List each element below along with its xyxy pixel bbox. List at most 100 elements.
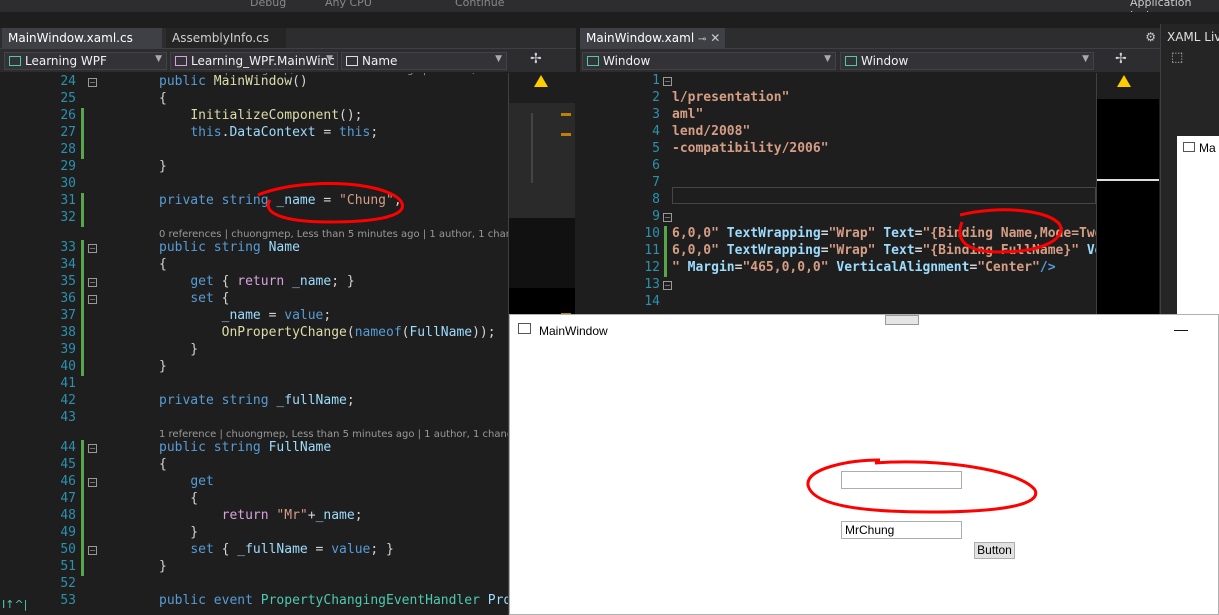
- code-line[interactable]: private string _name = "Chung";: [159, 193, 402, 208]
- code-token: MainWindow: [213, 74, 293, 89]
- select-element-icon[interactable]: ⬚: [1171, 50, 1183, 65]
- code-token: string: [221, 393, 269, 408]
- right-minimap[interactable]: [1096, 73, 1160, 315]
- line-number: 3: [652, 107, 660, 122]
- codelens-info[interactable]: 1 reference | chuongmep, Less than 5 min…: [159, 429, 508, 440]
- fold-toggle-icon[interactable]: −: [88, 444, 97, 453]
- xaml-line[interactable]: aml": [672, 107, 703, 122]
- code-line[interactable]: _name = value;: [159, 308, 332, 323]
- type-dropdown[interactable]: Learning_WPF.MainWinc ▼: [170, 52, 338, 70]
- code-line[interactable]: get { return _name; }: [159, 274, 354, 289]
- code-token: string: [213, 240, 261, 255]
- code-line[interactable]: {: [159, 257, 167, 272]
- code-line[interactable]: public string Name: [159, 240, 300, 255]
- code-token: "Chung": [339, 193, 394, 208]
- codelens-info[interactable]: 0 references | chuongmep, Less than 5 mi…: [159, 73, 508, 76]
- tree-item-mainwindow[interactable]: Ma: [1199, 141, 1216, 155]
- xaml-line[interactable]: 6,0,0" TextWrapping="Wrap" Text="{Bindin…: [672, 226, 1096, 241]
- pin-icon[interactable]: ⊸: [698, 34, 706, 45]
- code-line[interactable]: {: [159, 491, 198, 506]
- name-textbox[interactable]: [841, 471, 962, 489]
- codelens-info[interactable]: 0 references | chuongmep, Less than 5 mi…: [159, 229, 508, 240]
- xaml-line[interactable]: 6,0,0" TextWrapping="Wrap" Text="{Bindin…: [672, 243, 1096, 258]
- line-number: 46: [60, 474, 76, 489]
- code-token: lend/2008": [672, 124, 751, 139]
- action-button[interactable]: Button: [974, 542, 1015, 559]
- continue-button[interactable]: Continue: [455, 0, 504, 9]
- code-line[interactable]: InitializeComponent();: [159, 108, 362, 123]
- fold-toggle-icon[interactable]: −: [88, 295, 97, 304]
- fold-toggle-icon[interactable]: −: [88, 78, 97, 87]
- tab-mainwindow-xaml-cs[interactable]: MainWindow.xaml.cs: [2, 28, 162, 48]
- code-line[interactable]: this.DataContext = this;: [159, 125, 378, 140]
- code-line[interactable]: public MainWindow(): [159, 74, 308, 89]
- code-token: FullName: [268, 440, 332, 455]
- fold-toggle-icon[interactable]: −: [88, 278, 97, 287]
- code-token: value: [284, 308, 324, 323]
- status-indicator[interactable]: I↑^|: [2, 598, 27, 611]
- line-number: 50: [60, 542, 76, 557]
- code-line[interactable]: OnPropertyChange(nameof(FullName));: [159, 325, 496, 340]
- member-dropdown[interactable]: Name ▼: [341, 52, 507, 70]
- code-line[interactable]: private string _fullName;: [159, 393, 355, 408]
- code-token: get: [190, 274, 214, 289]
- xaml-live-title: XAML Liv: [1167, 30, 1219, 44]
- code-line[interactable]: set {: [159, 291, 229, 306]
- code-line[interactable]: }: [159, 342, 198, 357]
- warning-icon[interactable]: [1117, 75, 1131, 87]
- chevron-down-icon: ▼: [1082, 54, 1089, 64]
- fold-toggle-icon[interactable]: −: [663, 213, 672, 222]
- element-dropdown-right[interactable]: Window ▼: [840, 52, 1094, 70]
- fold-toggle-icon[interactable]: −: [663, 281, 672, 290]
- code-line[interactable]: {: [159, 91, 167, 106]
- platform-dropdown[interactable]: Any CPU: [325, 0, 372, 9]
- wrench-icon: [346, 56, 358, 66]
- close-icon[interactable]: ✕: [710, 31, 720, 45]
- tab-mainwindow-xaml[interactable]: MainWindow.xaml ⊸ ✕: [580, 28, 725, 48]
- xaml-line[interactable]: l/presentation": [672, 90, 789, 105]
- split-icon[interactable]: ✢: [530, 51, 542, 67]
- code-token: "465,0,0,0": [742, 260, 829, 275]
- code-line[interactable]: public event PropertyChangingEventHandle…: [159, 593, 508, 608]
- fullname-textbox[interactable]: MrChung: [841, 521, 962, 539]
- chevron-down-icon: ▼: [155, 54, 162, 64]
- config-dropdown[interactable]: Debug: [250, 0, 286, 9]
- element-dropdown-left[interactable]: Window ▼: [582, 52, 836, 70]
- line-number-gutter: 24 25 26 27 28 29 30 31 32 33 34 35 36 37 38 39 40 41 42 43…: [0, 73, 80, 615]
- xaml-line[interactable]: -compatibility/2006": [672, 141, 829, 156]
- change-marker: [81, 440, 84, 576]
- code-line[interactable]: }: [159, 559, 167, 574]
- code-line[interactable]: }: [159, 159, 167, 174]
- chevron-down-icon: ▼: [824, 54, 831, 64]
- code-line[interactable]: return "Mr"+_name;: [159, 508, 363, 523]
- fold-toggle-icon[interactable]: −: [663, 77, 672, 86]
- code-line[interactable]: {: [159, 457, 167, 472]
- fold-toggle-icon[interactable]: −: [88, 546, 97, 555]
- code-token: DataContext: [229, 125, 316, 140]
- tab-assemblyinfo-cs[interactable]: AssemblyInfo.cs: [166, 28, 286, 48]
- project-dropdown[interactable]: Learning WPF ▼: [4, 52, 167, 70]
- right-code-area[interactable]: 1 2 l/presentation" 3 aml" 4 lend/2008" 5 -compa…: [580, 73, 1096, 315]
- code-line[interactable]: get: [159, 474, 213, 489]
- minimize-button[interactable]: —: [1174, 321, 1188, 337]
- line-number: 29: [60, 159, 76, 174]
- left-code-area[interactable]: 24 25 26 27 28 29 30 31 32 33 34 35 36 37 38 39 40 41 42 43…: [0, 73, 508, 615]
- code-line[interactable]: }: [159, 359, 167, 374]
- gear-icon[interactable]: ⚙: [1145, 30, 1156, 44]
- split-icon[interactable]: ✢: [1115, 51, 1127, 67]
- change-marker: [81, 240, 84, 376]
- code-line[interactable]: public string FullName: [159, 440, 331, 455]
- code-line[interactable]: set { _fullName = value; }: [159, 542, 394, 557]
- line-number: 37: [60, 308, 76, 323]
- fold-toggle-icon[interactable]: −: [88, 244, 97, 253]
- resize-grip[interactable]: [885, 315, 919, 325]
- app-insights-button[interactable]: Application Insig: [1130, 0, 1219, 12]
- code-token: public: [159, 74, 206, 89]
- fold-toggle-icon[interactable]: −: [88, 478, 97, 487]
- line-number: 32: [60, 210, 76, 225]
- warning-icon[interactable]: [534, 75, 548, 87]
- xaml-line[interactable]: " Margin="465,0,0,0" VerticalAlignment="…: [672, 260, 1056, 275]
- xaml-line[interactable]: lend/2008": [672, 124, 750, 139]
- code-line[interactable]: }: [159, 525, 198, 540]
- wpf-title-bar[interactable]: MainWindow —: [510, 315, 1218, 345]
